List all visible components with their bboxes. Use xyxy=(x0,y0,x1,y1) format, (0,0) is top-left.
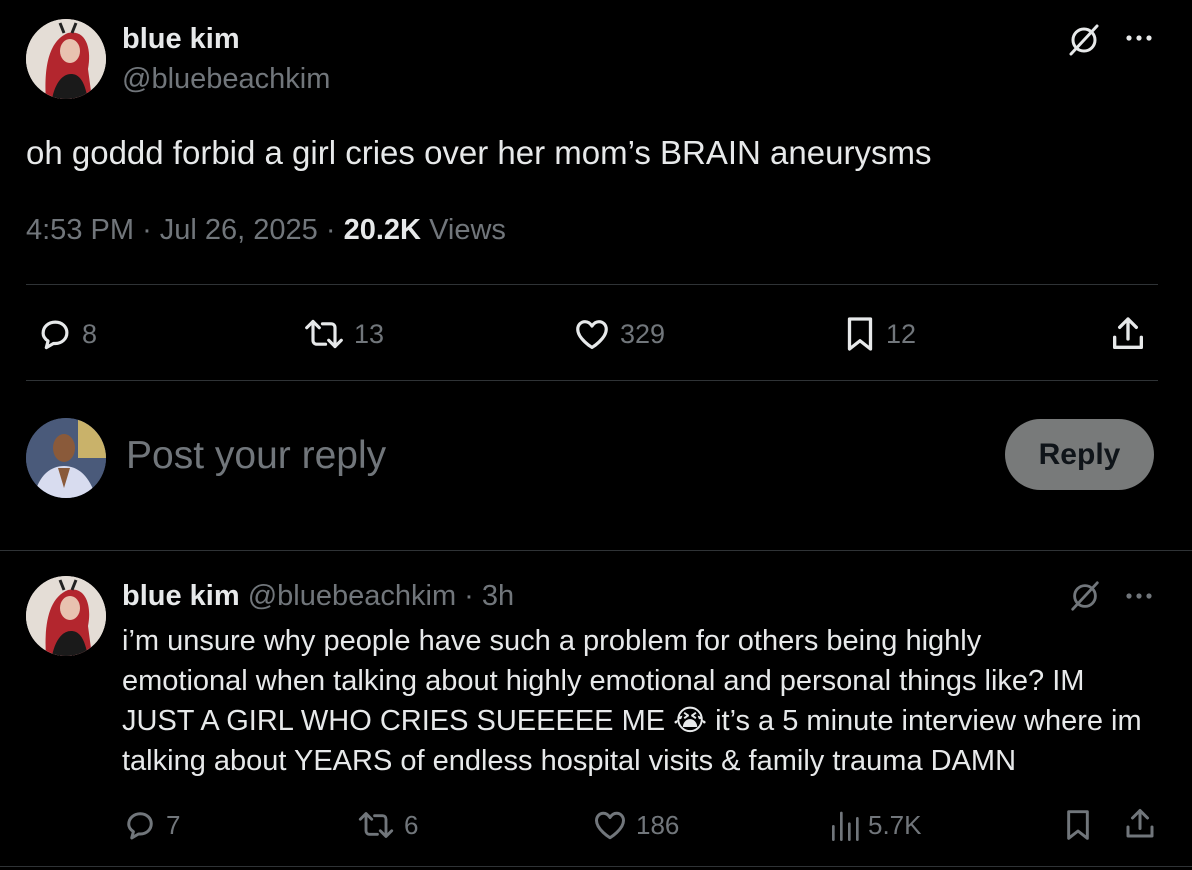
reply-submit-button[interactable]: Reply xyxy=(1005,419,1154,490)
like-button[interactable]: 186 xyxy=(592,807,679,843)
bar-chart-icon xyxy=(832,811,859,841)
like-count: 186 xyxy=(636,809,680,840)
tweet-text: oh goddd forbid a girl cries over her mo… xyxy=(26,134,932,171)
reply-text-line: i’m unsure why people have such a proble… xyxy=(122,625,982,657)
views-button[interactable]: 5.7K xyxy=(828,807,922,843)
bookmark-icon xyxy=(847,317,873,351)
repost-button[interactable]: 6 xyxy=(356,807,418,843)
reply-count: 7 xyxy=(166,809,181,840)
reply-text-line: JUST A GIRL WHO CRIES SUEEEEE ME 😭 it’s … xyxy=(122,705,1142,737)
reply-button[interactable]: 8 xyxy=(36,314,97,354)
speech-bubble-icon xyxy=(127,812,153,840)
views-label: Views xyxy=(429,214,506,246)
reply-count: 8 xyxy=(82,318,98,349)
reply-text-line: emotional when talking about highly emot… xyxy=(122,665,1085,697)
reply-button[interactable]: 7 xyxy=(122,807,180,843)
speech-bubble-icon xyxy=(41,320,69,350)
reply-text: i’m unsure why people have such a proble… xyxy=(122,621,1142,781)
tweet-date[interactable]: Jul 26, 2025 xyxy=(160,214,318,246)
like-count: 329 xyxy=(620,318,666,349)
more-dots-icon[interactable] xyxy=(1124,586,1156,606)
bookmark-icon[interactable] xyxy=(1062,807,1094,843)
repost-count: 6 xyxy=(404,809,419,840)
tweet-timestamp: 4:53 PM · Jul 26, 2025 · 20.2K Views xyxy=(26,212,506,248)
share-upload-icon[interactable] xyxy=(1122,806,1158,842)
more-dots-icon[interactable] xyxy=(1124,28,1156,48)
reply-text-line: talking about YEARS of endless hospital … xyxy=(122,745,1017,777)
heart-icon xyxy=(576,320,608,350)
repost-arrows-icon xyxy=(305,319,343,349)
author-handle[interactable]: @bluebeachkim xyxy=(248,580,456,612)
author-name[interactable]: blue kim xyxy=(122,580,240,612)
repost-count: 13 xyxy=(354,318,385,349)
reply-header: blue kim @bluebeachkim · 3h xyxy=(122,579,514,613)
author-handle[interactable]: @bluebeachkim xyxy=(122,62,330,96)
like-button[interactable]: 329 xyxy=(572,314,665,354)
views-count: 5.7K xyxy=(868,809,922,840)
user-avatar[interactable] xyxy=(26,418,106,498)
separator-dot: · xyxy=(325,214,336,246)
views-count: 20.2K xyxy=(343,214,421,246)
relative-time[interactable]: · 3h xyxy=(464,580,514,612)
bookmark-count: 12 xyxy=(886,318,917,349)
bookmark-button[interactable]: 12 xyxy=(842,314,916,354)
author-avatar[interactable] xyxy=(26,19,106,99)
grok-slash-icon[interactable] xyxy=(1068,579,1102,613)
divider xyxy=(26,284,1158,285)
heart-icon xyxy=(595,811,625,840)
section-divider xyxy=(0,550,1192,551)
share-upload-icon[interactable] xyxy=(1108,314,1148,354)
tweet-time[interactable]: 4:53 PM xyxy=(26,214,134,246)
author-name[interactable]: blue kim xyxy=(122,22,240,56)
divider xyxy=(26,380,1158,381)
repost-arrows-icon xyxy=(358,812,394,838)
bottom-divider xyxy=(0,866,1192,867)
repost-button[interactable]: 13 xyxy=(302,314,384,354)
separator-dot: · xyxy=(142,214,152,246)
author-avatar[interactable] xyxy=(26,576,106,656)
reply-input[interactable]: Post your reply xyxy=(126,432,946,480)
grok-slash-icon[interactable] xyxy=(1066,22,1102,58)
